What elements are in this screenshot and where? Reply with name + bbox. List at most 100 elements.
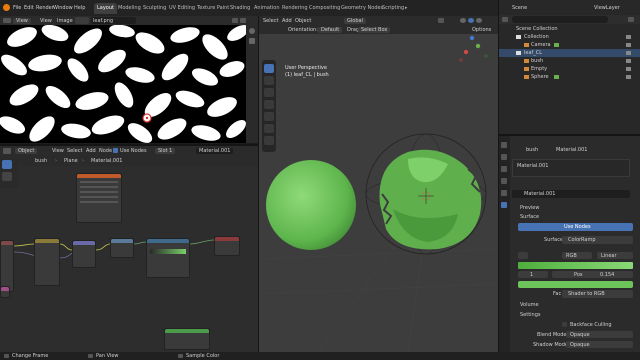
divider-vertical-right[interactable] [498,0,499,352]
node-left-small[interactable] [0,286,10,298]
visibility-eye-icon[interactable] [626,59,631,63]
ramp-color-mode-dropdown[interactable]: RGB [562,252,592,259]
visibility-eye-icon[interactable] [626,43,631,47]
cursor-icon[interactable] [264,76,274,85]
menu-edit[interactable]: Edit [24,5,34,11]
drag-dropdown[interactable]: Select Box [358,27,391,33]
annotate-icon[interactable] [264,124,274,133]
tab-shading[interactable]: Shading [227,3,253,14]
image-name-field[interactable]: leaf.png [91,17,136,24]
vp-menu-object[interactable]: Object [295,18,311,24]
vp-menu-select[interactable]: Select [263,18,278,24]
surface-dropdown[interactable]: ColorRamp [562,236,633,244]
material-tab-icon[interactable] [501,202,507,208]
ramp-interpolation-dropdown[interactable]: Linear [597,252,633,259]
tool-tab-icon[interactable] [501,142,507,148]
menu-view[interactable]: View [40,18,52,24]
node-principled-bsdf[interactable] [76,173,122,223]
measure-icon[interactable] [264,136,274,145]
node-editor-type-icon[interactable] [3,148,11,154]
outliner-row-leaf-cl[interactable]: leaf_CL [498,49,640,57]
surface-section[interactable]: Surface [520,214,539,220]
visibility-eye-icon[interactable] [626,67,631,71]
fac-link-dropdown[interactable]: Shader to RGB [562,290,633,298]
outliner-row-collection[interactable]: Collection [498,33,640,41]
outliner-search-input[interactable] [512,16,608,23]
ramp-stop-color-swatch[interactable] [518,281,633,288]
tab-animation[interactable]: Animation [251,3,283,14]
select-tool-icon[interactable] [2,160,12,169]
node-menu-add[interactable]: Add [86,148,96,154]
filter-icon[interactable] [628,17,634,22]
select-box-icon[interactable] [264,64,274,73]
display-channels-icon[interactable] [232,18,238,23]
outliner-type-icon[interactable] [502,17,508,22]
node-image-texture[interactable] [110,238,134,258]
material-name-field[interactable]: Material.001 [196,148,234,154]
outliner-row-empty[interactable]: Empty [498,65,640,73]
node-menu-select[interactable]: Select [67,148,82,154]
breadcrumb-material[interactable]: Material.001 [91,158,122,164]
viewlayer-selector[interactable]: ViewLayer [594,5,620,11]
move-icon[interactable] [264,88,274,97]
breadcrumb-object[interactable]: bush [35,158,47,164]
shadow-mode-dropdown[interactable]: Opaque [566,341,633,348]
rotate-icon[interactable] [264,100,274,109]
material-name-input[interactable]: Material.001 [512,190,630,198]
outliner-row-sphere[interactable]: Sphere [498,73,640,81]
node-material-output[interactable] [214,236,240,256]
scale-icon[interactable] [264,112,274,121]
add-workspace-icon[interactable]: ▸ [405,5,408,11]
ramp-index-field[interactable]: 1 [518,271,548,278]
modifier-tab-icon[interactable] [501,190,507,196]
divider-vertical-left[interactable] [258,16,259,352]
outliner-row-bush[interactable]: bush [498,57,640,65]
use-nodes-checkbox[interactable] [113,148,118,153]
menu-image[interactable]: Image [57,18,73,24]
object-tab-icon[interactable] [501,178,507,184]
options-dropdown[interactable]: Options [472,27,491,33]
zoom-icon[interactable] [249,28,255,34]
node-texture-coordinate[interactable] [34,238,60,286]
scene-selector[interactable]: Scene [512,5,527,11]
overlay-icon[interactable] [240,18,246,23]
slot-dropdown[interactable]: Slot 1 [155,148,176,154]
tab-scripting[interactable]: Scripting [379,3,407,14]
node-left-partial[interactable] [0,240,14,292]
object-mode-dropdown[interactable]: Object [15,148,38,154]
image-canvas-leaf-texture[interactable] [0,25,258,143]
material-slot-list[interactable]: Material.001 [512,159,630,177]
volume-section[interactable]: Volume [520,302,539,308]
visibility-eye-icon[interactable] [626,51,631,55]
image-browse-button[interactable] [75,17,89,24]
ramp-pos-field[interactable]: Pos 0.154 [552,271,633,278]
divider-horizontal-right[interactable] [498,134,640,136]
shading-solid-icon[interactable] [460,18,466,23]
overlays-icon[interactable] [438,18,444,23]
node-menu-view[interactable]: View [52,148,64,154]
backface-culling-checkbox[interactable] [562,322,567,327]
annotate-tool-icon[interactable] [2,172,12,181]
settings-section[interactable]: Settings [520,312,541,318]
menu-render[interactable]: Render [36,5,54,11]
node-mapping[interactable] [72,240,96,268]
use-nodes-button[interactable]: Use Nodes [518,223,633,231]
vp-menu-add[interactable]: Add [282,18,292,24]
orientation-dropdown[interactable]: Default [318,27,343,33]
tab-sculpting[interactable]: Sculpting [140,3,169,14]
blend-mode-dropdown[interactable]: Opaque [566,331,633,338]
outliner-row-scene-collection[interactable]: Scene Collection [498,25,640,33]
blender-logo-icon[interactable] [3,4,10,11]
node-menu-node[interactable]: Node [99,148,112,154]
node-shader-to-rgb[interactable] [164,328,210,350]
ramp-gradient[interactable] [150,249,186,254]
material-slot-item[interactable]: Material.001 [517,163,548,169]
hand-pan-icon[interactable] [249,38,255,44]
node-color-ramp[interactable] [146,238,190,278]
menu-file[interactable]: File [13,5,21,11]
visibility-eye-icon[interactable] [626,75,631,79]
transform-global-dropdown[interactable]: Global [344,18,366,24]
node-editor-canvas[interactable] [0,166,258,352]
color-ramp-bar[interactable] [518,262,633,269]
divider-horizontal-left[interactable] [0,144,258,146]
